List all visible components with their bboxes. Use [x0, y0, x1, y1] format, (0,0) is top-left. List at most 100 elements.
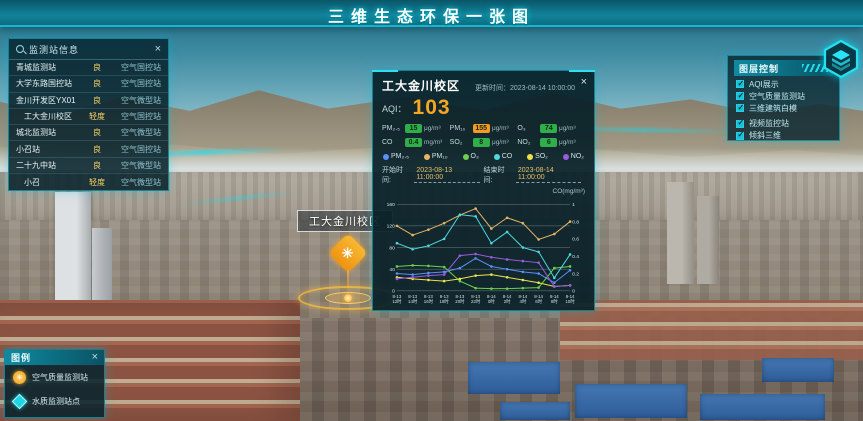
- station-type: 空气微型站: [109, 160, 161, 171]
- svg-text:0.6: 0.6: [572, 237, 579, 243]
- legend-item-label: 空气质量监测站: [32, 372, 88, 383]
- aqi-row: AQI： 103: [382, 96, 585, 120]
- layer-item-label: 倾斜三维: [749, 130, 781, 141]
- checkbox-icon[interactable]: [736, 92, 744, 100]
- layer-item-white-model[interactable]: 三维建筑白模: [728, 102, 839, 114]
- station-row[interactable]: 二十九中站 良 空气微型站: [9, 158, 168, 174]
- industrial-roof: [575, 384, 687, 418]
- chart-legend: PM₂.₅ PM₁₀ O₃ CO SO₂ NO₂: [382, 153, 585, 160]
- end-time-input[interactable]: 2023-08-14 11:00:00: [516, 167, 581, 183]
- aqi-value: 103: [413, 96, 451, 120]
- svg-text:80: 80: [389, 245, 395, 251]
- layer-item-aqi[interactable]: AQI展示: [728, 78, 839, 90]
- pollutant-unit: μg/m³: [492, 139, 509, 145]
- legend-item[interactable]: PM₂.₅: [383, 153, 409, 160]
- station-row[interactable]: 小召站 良 空气国控站: [9, 141, 168, 157]
- start-time-input[interactable]: 2023-08-13 11:00:00: [414, 167, 479, 183]
- pollutant-value-badge: 0.4: [405, 138, 422, 147]
- air-station-icon: ✳: [13, 371, 26, 384]
- pollutant-name: SO₂: [450, 139, 473, 146]
- legend-label: PM₂.₅: [391, 153, 409, 160]
- station-name: 小召: [16, 177, 85, 188]
- pollutant-value-badge: 74: [540, 124, 557, 133]
- building-block: [697, 196, 719, 284]
- pollutant-value-badge: 15: [405, 124, 422, 133]
- station-row[interactable]: 小召 轻度 空气微型站: [9, 174, 168, 190]
- station-row[interactable]: 城北监测站 良 空气微型站: [9, 125, 168, 141]
- station-name: 二十九中站: [16, 160, 85, 171]
- svg-text:8-148时: 8-148时: [550, 294, 559, 304]
- legend-panel-header: 图例 ×: [5, 350, 104, 365]
- aqi-label: AQI：: [382, 102, 407, 115]
- pollutant-value-badge: 8: [473, 138, 490, 147]
- pollutant-unit: μg/m³: [559, 125, 576, 131]
- pollutant-no2: NO₂ 6 μg/m³: [517, 138, 585, 147]
- station-name: 城北监测站: [16, 127, 85, 138]
- layer-item-air-stations[interactable]: 空气质量监测站: [728, 90, 839, 102]
- legend-item[interactable]: PM₁₀: [424, 153, 448, 160]
- svg-text:0.4: 0.4: [572, 254, 579, 260]
- air-station-marker-icon: ✳: [342, 244, 354, 261]
- svg-text:8-1316时: 8-1316时: [424, 294, 434, 304]
- pollutant-trend-chart[interactable]: 0408012016000.20.40.60.818-1312时8-1314时8…: [382, 196, 587, 314]
- app-header: 三维生态环保一张图: [0, 0, 863, 27]
- building-block: [92, 228, 112, 304]
- close-icon[interactable]: ×: [92, 352, 98, 363]
- legend-label: O₃: [471, 153, 479, 160]
- pollutant-name: PM₂.₅: [382, 125, 405, 132]
- svg-text:8-1410时: 8-1410时: [565, 294, 575, 304]
- checkbox-icon[interactable]: [736, 120, 744, 128]
- industrial-roof: [700, 394, 825, 420]
- svg-text:120: 120: [387, 224, 396, 230]
- industrial-roof: [762, 358, 834, 382]
- legend-item[interactable]: O₃: [463, 153, 479, 160]
- station-panel-title: 监测站信息: [29, 43, 155, 56]
- layer-item-oblique[interactable]: 倾斜三维: [728, 130, 839, 142]
- close-icon[interactable]: ×: [581, 76, 587, 88]
- layers-hexagon-icon[interactable]: [821, 39, 861, 79]
- industrial-roof: [500, 402, 570, 420]
- pollutant-unit: mg/m³: [424, 139, 442, 145]
- legend-item[interactable]: NO₂: [563, 153, 584, 160]
- checkbox-icon[interactable]: [736, 104, 744, 112]
- pollutant-value-badge: 155: [473, 124, 490, 133]
- station-name: 工大金川校区: [16, 111, 85, 122]
- svg-text:1: 1: [572, 202, 575, 208]
- station-value: 轻度: [85, 177, 109, 188]
- station-name: 小召站: [16, 144, 85, 155]
- layer-item-label: AQI展示: [749, 79, 779, 90]
- building-block: [667, 182, 694, 284]
- layer-panel-title: 图层控制: [739, 62, 779, 75]
- pollutant-o3: O₃ 74 μg/m³: [517, 124, 585, 133]
- legend-item-label: 水质监测站点: [32, 396, 80, 407]
- station-row[interactable]: 工大金川校区 轻度 空气国控站: [9, 109, 168, 125]
- water-station-icon: [12, 393, 28, 409]
- svg-text:8-1318时: 8-1318时: [440, 294, 450, 304]
- checkbox-icon[interactable]: [736, 80, 744, 88]
- legend-item[interactable]: SO₂: [527, 153, 548, 160]
- page-title: 三维生态环保一张图: [0, 3, 863, 27]
- legend-label: CO: [502, 153, 513, 160]
- station-row[interactable]: 金川开发区YX01 良 空气微型站: [9, 93, 168, 109]
- station-row[interactable]: 青城监测站 良 空气国控站: [9, 60, 168, 76]
- svg-text:0.2: 0.2: [572, 271, 579, 277]
- station-type: 空气国控站: [109, 62, 161, 73]
- map-legend-panel: 图例 × ✳ 空气质量监测站 水质监测站点: [4, 349, 105, 418]
- legend-item[interactable]: CO: [494, 153, 513, 160]
- layer-item-video[interactable]: 视频监控站: [728, 118, 839, 130]
- pollutant-so2: SO₂ 8 μg/m³: [450, 138, 518, 147]
- checkbox-icon[interactable]: [736, 132, 744, 140]
- pollutant-pm10: PM₁₀ 155 μg/m³: [450, 124, 518, 133]
- legend-item-water: 水质监测站点: [5, 389, 104, 413]
- station-value: 良: [85, 160, 109, 171]
- station-row[interactable]: 大学东路国控站 良 空气国控站: [9, 76, 168, 92]
- update-time: 更新时间：2023-08-14 10:00:00: [475, 83, 585, 93]
- svg-text:8-140时: 8-140时: [487, 294, 496, 304]
- time-range-row: 开始时间: 2023-08-13 11:00:00 结束时间: 2023-08-…: [382, 165, 585, 185]
- station-value: 轻度: [85, 111, 109, 122]
- pollutant-unit: μg/m³: [559, 139, 576, 145]
- building-block: [55, 192, 91, 304]
- apartment-blocks: [560, 300, 863, 360]
- right-axis-title: CO(mg/m³): [382, 188, 585, 195]
- close-icon[interactable]: ×: [155, 44, 161, 55]
